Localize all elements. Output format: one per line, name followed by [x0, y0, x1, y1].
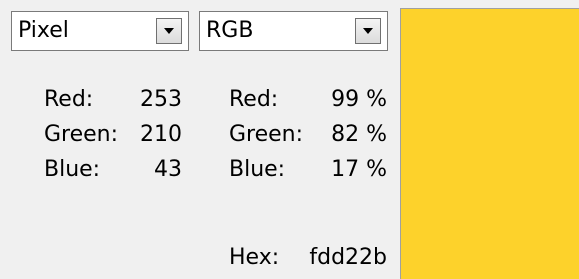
mode-select-dropdown-button[interactable]	[156, 18, 182, 44]
rgb-blue-label: Blue:	[229, 157, 286, 182]
pixel-green-value: 210	[140, 122, 182, 147]
rgb-red-label: Red:	[229, 87, 279, 112]
mode-select-value: Pixel	[18, 18, 69, 43]
format-select[interactable]: RGB	[199, 11, 388, 51]
pixel-green-label: Green:	[44, 122, 119, 147]
rgb-red-value: 99 %	[331, 87, 387, 112]
chevron-down-icon	[363, 28, 373, 34]
format-select-value: RGB	[206, 18, 254, 43]
rgb-green-label: Green:	[229, 122, 304, 147]
pixel-blue-label: Blue:	[44, 157, 101, 182]
rgb-blue-value: 17 %	[331, 157, 387, 182]
hex-value: fdd22b	[309, 245, 387, 270]
color-swatch	[400, 8, 579, 279]
pixel-red-label: Red:	[44, 87, 94, 112]
hex-label: Hex:	[229, 245, 280, 270]
pixel-blue-value: 43	[154, 157, 182, 182]
format-select-dropdown-button[interactable]	[355, 18, 381, 44]
rgb-green-value: 82 %	[331, 122, 387, 147]
mode-select[interactable]: Pixel	[11, 11, 189, 51]
pixel-red-value: 253	[140, 87, 182, 112]
chevron-down-icon	[164, 28, 174, 34]
